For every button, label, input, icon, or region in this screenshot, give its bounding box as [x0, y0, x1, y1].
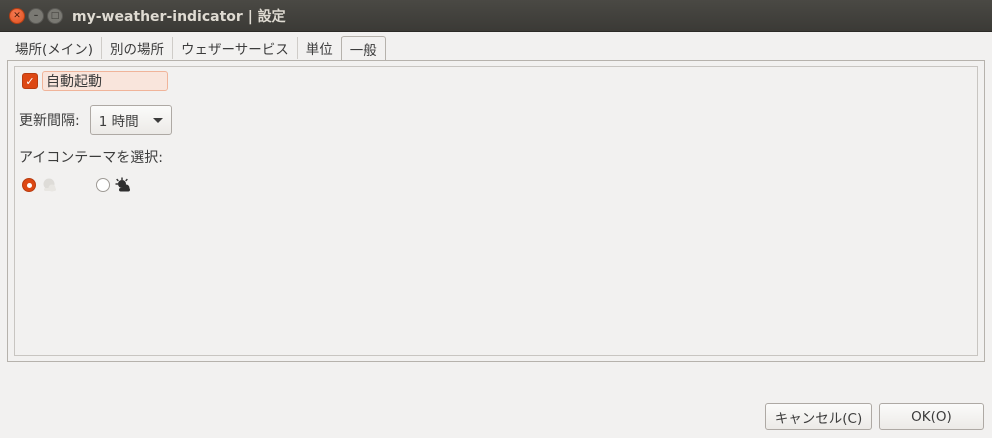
- settings-tabs: 場所(メイン) 別の場所 ウェザーサービス 単位 一般: [7, 36, 386, 60]
- window-title: my-weather-indicator | 設定: [72, 9, 286, 25]
- general-frame: ✓ 自動起動 更新間隔: 1 時間 アイコンテーマを選択:: [14, 66, 978, 356]
- tab-general[interactable]: 一般: [340, 36, 386, 60]
- icon-theme-label-row: アイコンテーマを選択:: [19, 147, 163, 167]
- window-titlebar: ✕ – □ my-weather-indicator | 設定: [0, 0, 992, 32]
- maximize-window-button[interactable]: □: [47, 8, 63, 24]
- minimize-window-button[interactable]: –: [28, 8, 44, 24]
- dark-weather-icon: [115, 177, 130, 192]
- update-interval-value: 1 時間: [98, 114, 139, 130]
- light-weather-icon: [43, 178, 56, 192]
- icon-theme-radio-light[interactable]: [22, 178, 36, 192]
- autostart-checkbox[interactable]: ✓: [22, 73, 38, 89]
- close-window-button[interactable]: ✕: [9, 8, 25, 24]
- chevron-down-icon: [152, 117, 163, 123]
- tab-units[interactable]: 単位: [298, 37, 342, 59]
- general-panel: ✓ 自動起動 更新間隔: 1 時間 アイコンテーマを選択:: [7, 60, 985, 362]
- tab-other-locations[interactable]: 別の場所: [102, 37, 174, 59]
- icon-theme-option-dark: [96, 177, 133, 193]
- update-interval-row: 更新間隔: 1 時間: [19, 105, 172, 135]
- ok-button[interactable]: OK(O): [879, 403, 984, 430]
- icon-theme-label: アイコンテーマを選択:: [19, 150, 164, 166]
- autostart-row: ✓ 自動起動: [22, 71, 168, 91]
- autostart-label[interactable]: 自動起動: [42, 71, 168, 91]
- cancel-button[interactable]: キャンセル(C): [765, 403, 872, 430]
- icon-theme-option-light: [22, 177, 59, 193]
- tab-weather-service[interactable]: ウェザーサービス: [173, 37, 298, 59]
- icon-theme-radio-dark[interactable]: [96, 178, 110, 192]
- update-interval-combo[interactable]: 1 時間: [89, 105, 172, 135]
- update-interval-label: 更新間隔:: [19, 113, 80, 129]
- tab-main-location[interactable]: 場所(メイン): [7, 37, 103, 59]
